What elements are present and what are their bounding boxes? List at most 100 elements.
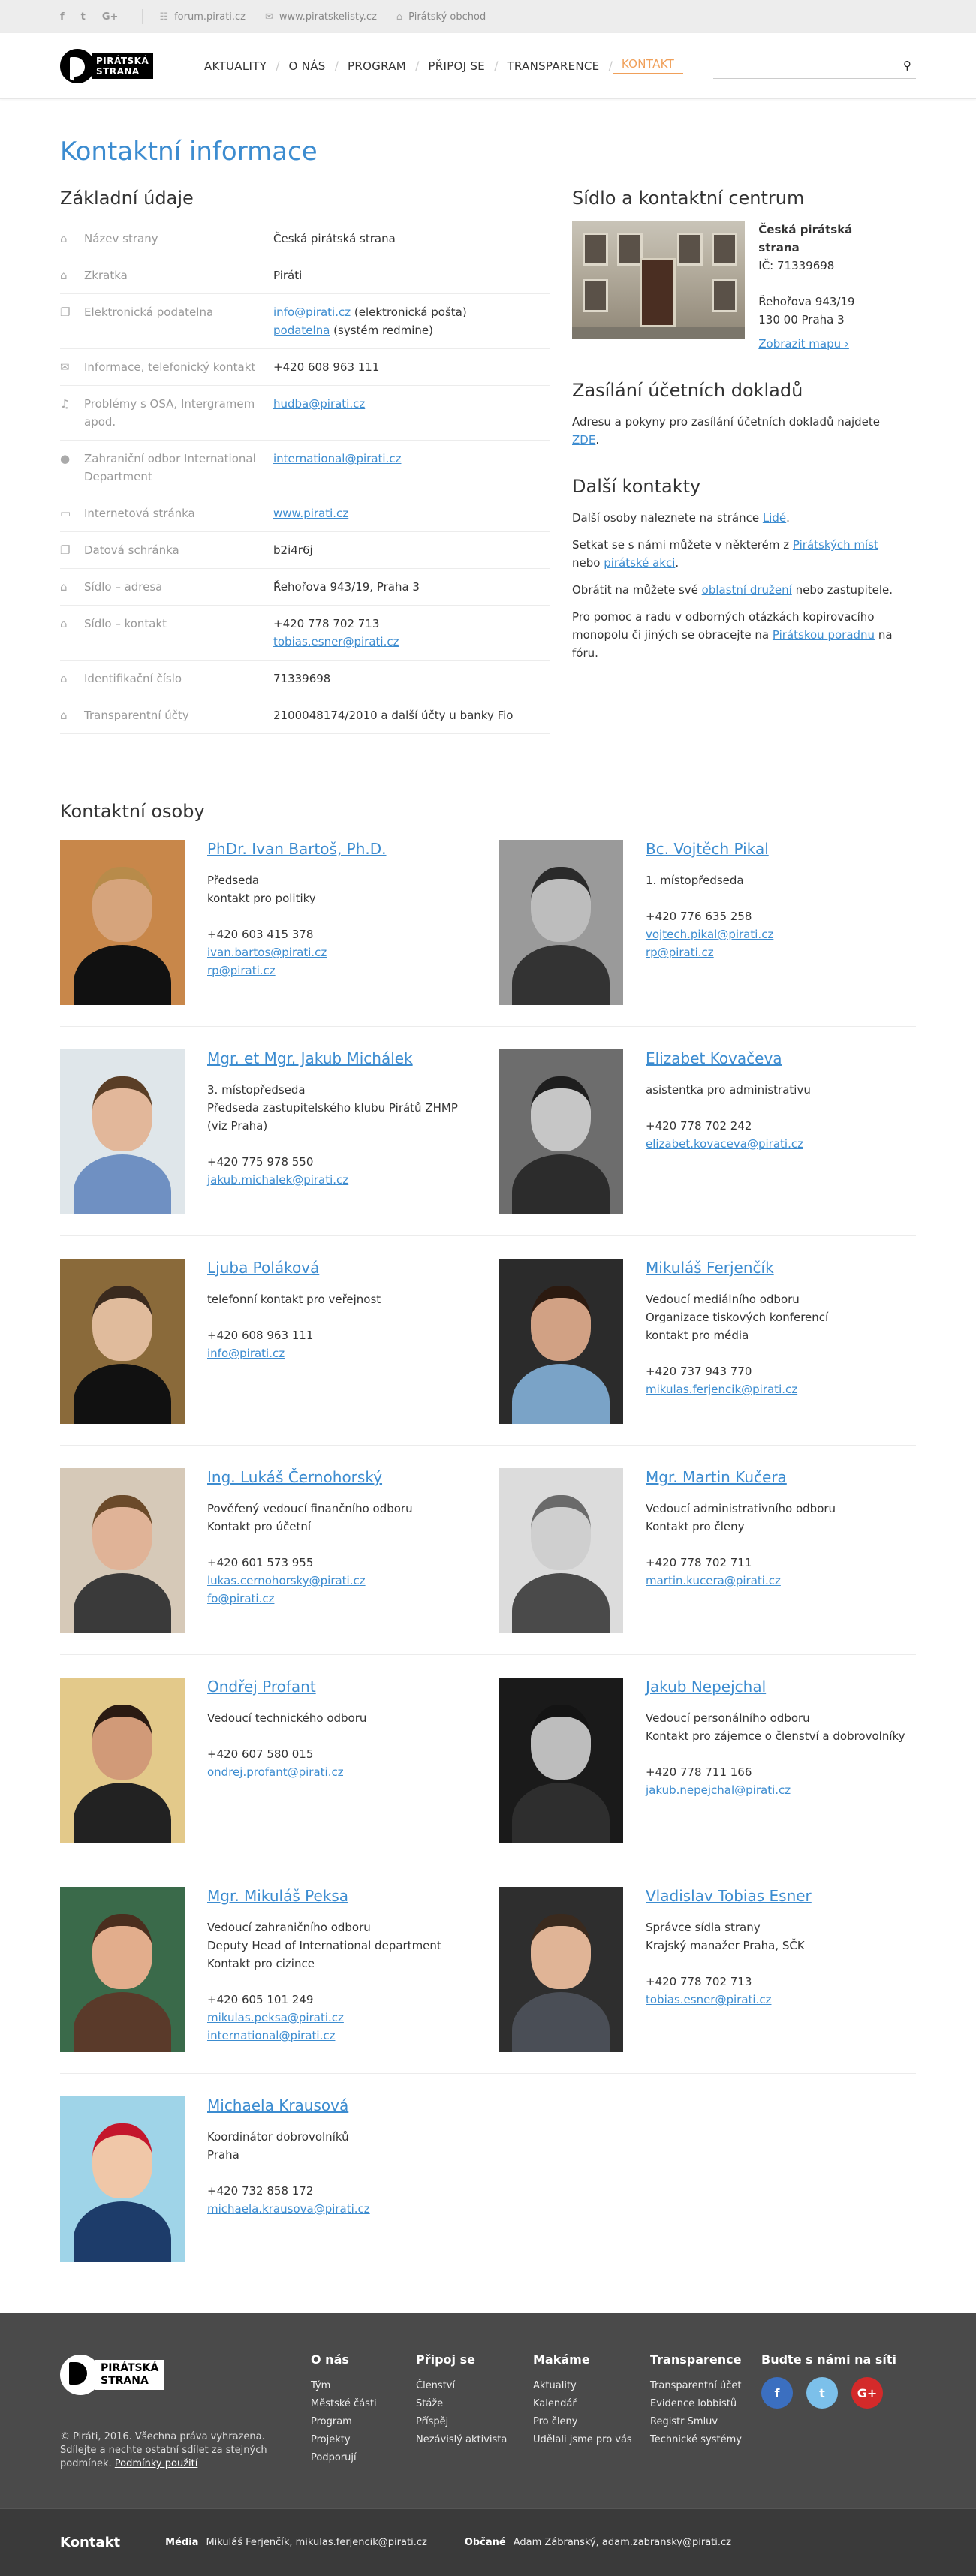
docs-link[interactable]: ZDE xyxy=(572,433,595,447)
contact-email-link[interactable]: info@pirati.cz xyxy=(207,1347,285,1360)
contact-email-link[interactable]: jakub.michalek@pirati.cz xyxy=(207,1173,348,1187)
pirate-events-link[interactable]: pirátské akci xyxy=(604,556,675,570)
nav-item[interactable]: PŘIPOJ SE xyxy=(419,59,494,73)
info-link[interactable]: tobias.esner@pirati.cz xyxy=(273,635,399,649)
footer-link[interactable]: Nezávislý aktivista xyxy=(416,2431,521,2449)
copy-icon: ❐ xyxy=(60,305,71,319)
nav-item[interactable]: KONTAKT xyxy=(612,57,684,74)
contact-email-link[interactable]: tobias.esner@pirati.cz xyxy=(646,1993,771,2006)
other-p2: Setkat se s námi můžete v některém z Pir… xyxy=(572,538,878,570)
contact-name-link[interactable]: Jakub Nepejchal xyxy=(646,1678,766,1696)
top-link[interactable]: ☷ forum.pirati.cz xyxy=(159,11,246,23)
site-logo[interactable]: PIRÁTSKÁ STRANA xyxy=(60,47,165,85)
citizens-value[interactable]: Adam Zábranský, adam.zabransky@pirati.cz xyxy=(514,2537,731,2548)
info-link[interactable]: podatelna xyxy=(273,324,330,337)
contact-phone: +420 778 702 242 xyxy=(646,1119,752,1133)
footer-link[interactable]: Příspěj xyxy=(416,2413,521,2431)
contact-name-link[interactable]: Elizabet Kovačeva xyxy=(646,1049,782,1067)
bottom-title: Kontakt xyxy=(60,2535,121,2550)
contact-email-link[interactable]: international@pirati.cz xyxy=(207,2029,335,2042)
hq-building-photo xyxy=(572,221,746,339)
contact-email-link[interactable]: elizabet.kovaceva@pirati.cz xyxy=(646,1137,803,1151)
footer-link[interactable]: Stáže xyxy=(416,2395,521,2413)
contact-email-link[interactable]: rp@pirati.cz xyxy=(207,964,276,977)
facebook-icon[interactable]: f xyxy=(60,11,65,23)
nav-item[interactable]: PROGRAM xyxy=(339,59,415,73)
footer-link[interactable]: Kalendář xyxy=(533,2395,638,2413)
twitter-icon[interactable]: t xyxy=(81,11,86,23)
contact-name-link[interactable]: Mgr. et Mgr. Jakub Michálek xyxy=(207,1049,413,1067)
footer-link[interactable]: Městské části xyxy=(311,2395,416,2413)
contact-email-link[interactable]: ivan.bartos@pirati.cz xyxy=(207,946,327,959)
google-plus-icon[interactable]: G+ xyxy=(851,2377,883,2409)
media-value[interactable]: Mikuláš Ferjenčík, mikulas.ferjencik@pir… xyxy=(206,2537,426,2548)
footer-logo[interactable]: PIRÁTSKÁ STRANA xyxy=(60,2352,299,2397)
contact-email-link[interactable]: mikulas.peksa@pirati.cz xyxy=(207,2011,344,2024)
building-icon: ⌂ xyxy=(60,709,68,722)
search-input[interactable]: ⚲ xyxy=(713,53,916,79)
photo-body xyxy=(74,2201,171,2262)
nav-item[interactable]: O NÁS xyxy=(280,59,335,73)
top-link[interactable]: ⌂ Pirátský obchod xyxy=(396,11,486,23)
twitter-icon[interactable]: t xyxy=(806,2377,838,2409)
footer-link[interactable]: Technické systémy xyxy=(650,2431,755,2449)
info-value: 2100048174/2010 a další účty u banky Fio xyxy=(273,709,514,722)
info-row: ⌂ Identifikační číslo 71339698 xyxy=(60,661,550,697)
advice-link[interactable]: Pirátskou poradnu xyxy=(773,628,875,642)
nav-item[interactable]: AKTUALITY xyxy=(195,59,276,73)
footer-link[interactable]: Aktuality xyxy=(533,2377,638,2395)
contact-name-link[interactable]: Ondřej Profant xyxy=(207,1678,316,1696)
footer-link[interactable]: Transparentní účet xyxy=(650,2377,755,2395)
contact-name-link[interactable]: PhDr. Ivan Bartoš, Ph.D. xyxy=(207,840,387,858)
info-label: Název strany xyxy=(84,232,158,245)
contact-name-link[interactable]: Michaela Krausová xyxy=(207,2096,348,2114)
contact-email-link[interactable]: fo@pirati.cz xyxy=(207,1592,274,1605)
contact-name-link[interactable]: Ing. Lukáš Černohorský xyxy=(207,1468,382,1486)
footer-link[interactable]: Tým xyxy=(311,2377,416,2395)
contact-role: Předseda zastupitelského klubu Pirátů ZH… xyxy=(207,1101,458,1133)
contact-email-link[interactable]: lukas.cernohorsky@pirati.cz xyxy=(207,1574,366,1587)
contact-email-link[interactable]: jakub.nepejchal@pirati.cz xyxy=(646,1783,791,1797)
contact-name-link[interactable]: Mikuláš Ferjenčík xyxy=(646,1259,774,1277)
photo-face xyxy=(531,1705,591,1780)
info-link[interactable]: www.pirati.cz xyxy=(273,507,348,520)
contact-name-link[interactable]: Mgr. Mikuláš Peksa xyxy=(207,1887,348,1905)
footer-link[interactable]: Projekty xyxy=(311,2431,416,2449)
copyright: © Piráti, 2016. Všechna práva vyhrazena.… xyxy=(60,2431,267,2469)
contact-name-link[interactable]: Vladislav Tobias Esner xyxy=(646,1887,812,1905)
search-icon[interactable]: ⚲ xyxy=(903,59,911,72)
contact-name-link[interactable]: Ljuba Poláková xyxy=(207,1259,319,1277)
contact-email-link[interactable]: vojtech.pikal@pirati.cz xyxy=(646,928,773,941)
footer-link[interactable]: Podporují xyxy=(311,2449,416,2467)
regional-link[interactable]: oblastní družení xyxy=(702,583,792,597)
google-plus-icon[interactable]: G+ xyxy=(102,11,119,23)
footer-link[interactable]: Registr Smluv xyxy=(650,2413,755,2431)
show-map-link[interactable]: Zobrazit mapu › xyxy=(758,337,849,351)
footer-link[interactable]: Pro členy xyxy=(533,2413,638,2431)
contact-name-link[interactable]: Mgr. Martin Kučera xyxy=(646,1468,787,1486)
contact-email-link[interactable]: mikulas.ferjencik@pirati.cz xyxy=(646,1383,797,1396)
footer-link[interactable]: Evidence lobbistů xyxy=(650,2395,755,2413)
info-label: Internetová stránka xyxy=(84,507,195,520)
top-link[interactable]: ✉ www.piratskelisty.cz xyxy=(265,11,377,23)
contact-email-link[interactable]: ondrej.profant@pirati.cz xyxy=(207,1765,344,1779)
contact-name-link[interactable]: Bc. Vojtěch Pikal xyxy=(646,840,769,858)
people-link[interactable]: Lidé xyxy=(763,511,786,525)
contact-card: Ondřej Profant Vedoucí technického odboru… xyxy=(60,1678,499,1864)
contact-role: Praha xyxy=(207,2148,239,2162)
facebook-icon[interactable]: f xyxy=(761,2377,793,2409)
contact-email-link[interactable]: rp@pirati.cz xyxy=(646,946,714,959)
info-link[interactable]: international@pirati.cz xyxy=(273,452,401,465)
info-link[interactable]: hudba@pirati.cz xyxy=(273,397,365,411)
footer-link[interactable]: Členství xyxy=(416,2377,521,2395)
contact-photo xyxy=(60,1887,185,2052)
conditions-link[interactable]: Podmínky použití xyxy=(115,2458,198,2469)
basic-info-section: Základní údaje ⌂ Název strany Česká piráts… xyxy=(60,188,550,734)
footer-link[interactable]: Udělali jsme pro vás xyxy=(533,2431,638,2449)
nav-item[interactable]: TRANSPARENCE xyxy=(498,59,608,73)
info-link[interactable]: info@pirati.cz xyxy=(273,305,351,319)
footer-link[interactable]: Program xyxy=(311,2413,416,2431)
pirate-places-link[interactable]: Pirátských míst xyxy=(793,538,878,552)
contact-email-link[interactable]: michaela.krausova@pirati.cz xyxy=(207,2202,370,2216)
contact-email-link[interactable]: martin.kucera@pirati.cz xyxy=(646,1574,781,1587)
